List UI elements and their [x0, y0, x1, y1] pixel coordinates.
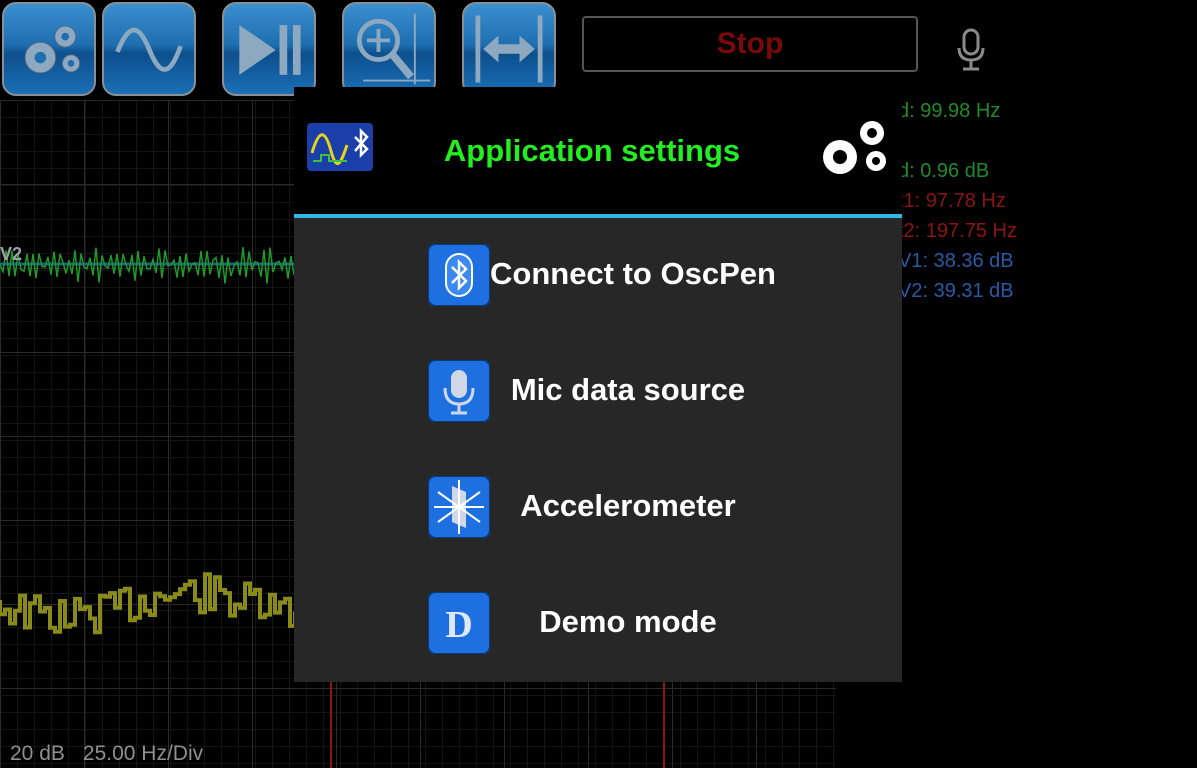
zoom-icon: [356, 13, 431, 85]
measure-cursor-f2: t2: 197.75 Hz: [898, 220, 1017, 242]
menu-item-label: Mic data source: [510, 372, 746, 407]
dialog-title: Application settings: [443, 133, 741, 168]
expand-horizontal-icon: [475, 15, 543, 83]
yellow-trace: [0, 572, 305, 635]
measure-cursor-f1: t1: 97.78 Hz: [898, 190, 1006, 212]
dialog-header: Application settings: [294, 87, 902, 214]
svg-text:D: D: [445, 604, 472, 646]
scale-info: 20 dB 25.00 Hz/Div: [10, 742, 221, 766]
v2-marker-label: V2: [0, 244, 23, 264]
menu-item-label: Demo mode: [539, 604, 717, 639]
horizontal-scale: 25.00 Hz/Div: [82, 742, 204, 765]
settings-dialog: Application settings Connect to OscPen M…: [294, 87, 902, 682]
stop-button[interactable]: Stop: [582, 16, 918, 72]
measure-amplitude: d: 0.96 dB: [898, 160, 990, 182]
accelerometer-icon: [428, 476, 490, 538]
vertical-scale: 20 dB: [10, 742, 65, 765]
microphone-icon: [428, 360, 490, 422]
app-bluetooth-wave-icon: [307, 123, 373, 171]
measure-cursor-v2: V2: 39.31 dB: [898, 280, 1014, 302]
waveform-button[interactable]: [102, 2, 196, 96]
menu-item-connect-oscpen[interactable]: Connect to OscPen: [294, 218, 902, 334]
zoom-button[interactable]: [342, 2, 436, 96]
menu-item-demo-mode[interactable]: D Demo mode: [294, 566, 902, 682]
demo-d-icon: D: [428, 592, 490, 654]
menu-item-label: Accelerometer: [520, 488, 736, 523]
bluetooth-icon: [428, 244, 490, 306]
measure-cursor-v1: V1: 38.36 dB: [898, 250, 1014, 272]
settings-button[interactable]: [2, 2, 96, 96]
fit-horizontal-button[interactable]: [462, 2, 556, 96]
dialog-menu: Connect to OscPen Mic data source Accele…: [294, 218, 902, 682]
play-pause-button[interactable]: [222, 2, 316, 96]
measure-frequency: d: 99.98 Hz: [898, 100, 1001, 122]
gears-icon: [24, 25, 81, 74]
play-pause-icon: [239, 25, 301, 75]
gears-icon: [823, 121, 886, 174]
menu-item-label: Connect to OscPen: [490, 256, 776, 291]
microphone-icon[interactable]: [953, 28, 989, 72]
menu-item-mic-data-source[interactable]: Mic data source: [294, 334, 902, 450]
sine-wave-icon: [115, 27, 183, 72]
menu-item-accelerometer[interactable]: Accelerometer: [294, 450, 902, 566]
